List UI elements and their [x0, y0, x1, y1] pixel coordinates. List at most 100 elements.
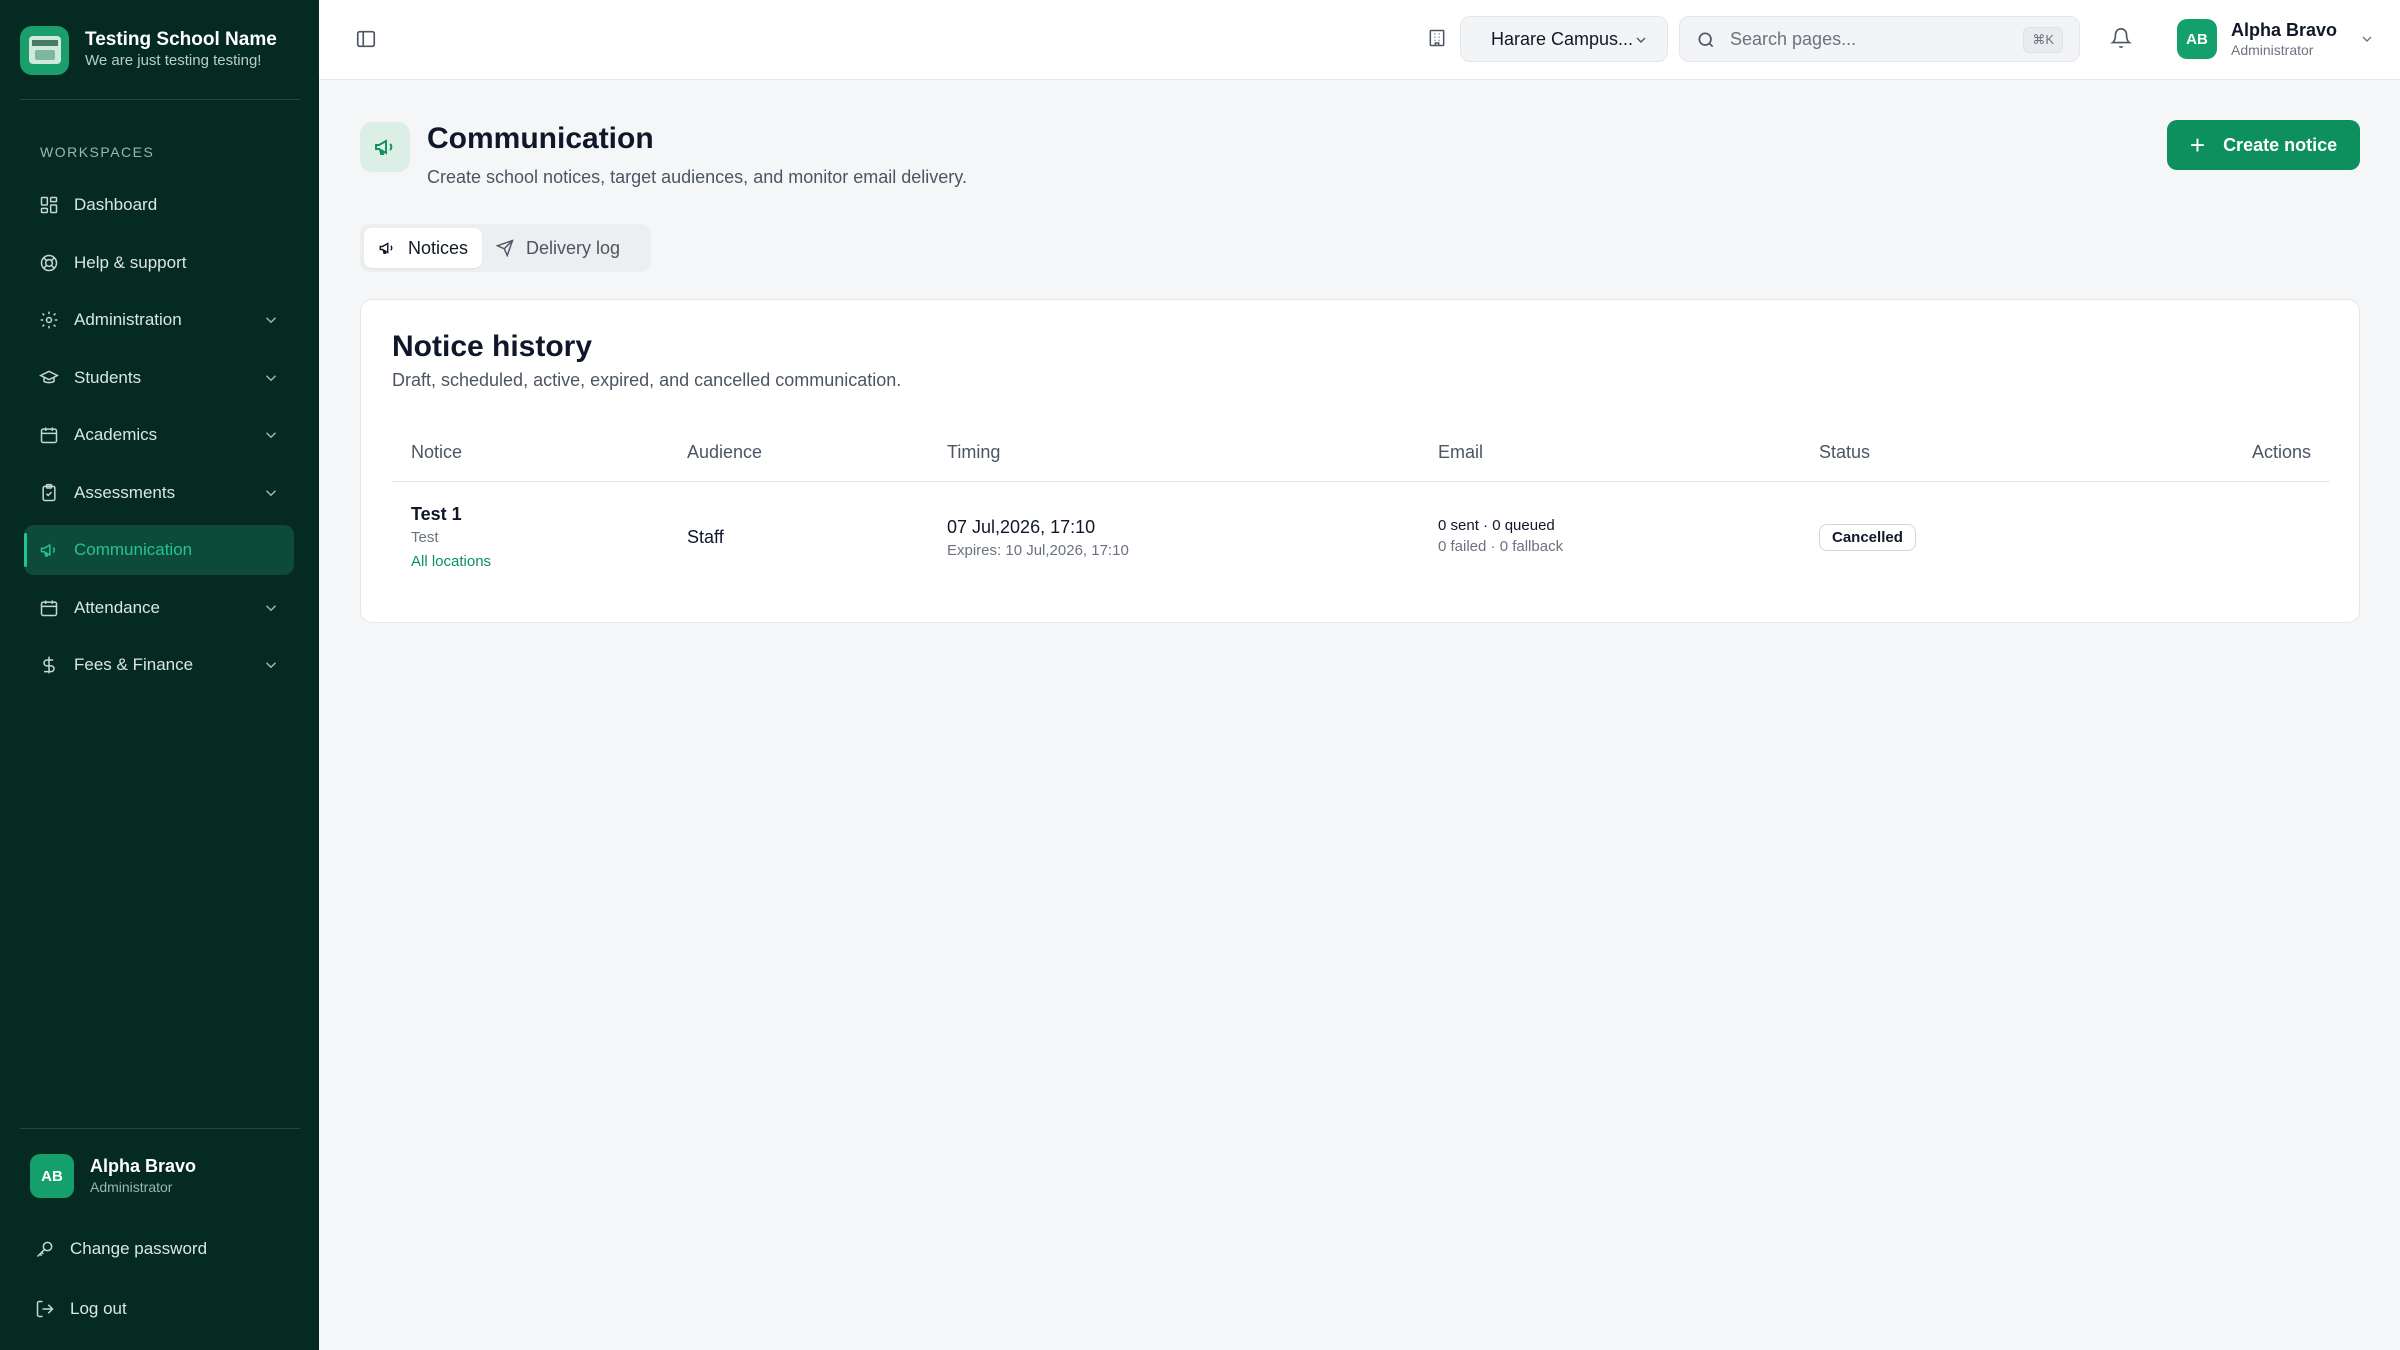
notice-location-link[interactable]: All locations: [411, 553, 491, 570]
notice-history-card: Notice history Draft, scheduled, active,…: [360, 299, 2360, 623]
sidebar-item-dashboard[interactable]: Dashboard: [24, 180, 294, 230]
user-role: Administrator: [90, 1179, 173, 1195]
sidebar-item-communication[interactable]: Communication: [24, 525, 294, 575]
page-title: Communication: [427, 122, 654, 155]
divider: [20, 99, 300, 100]
megaphone-icon: [378, 238, 398, 258]
graduation-cap-icon: [38, 367, 60, 389]
sidebar-toggle-button[interactable]: [355, 28, 379, 52]
key-icon: [34, 1238, 56, 1260]
bell-icon: [2110, 28, 2132, 49]
calendar-icon: [38, 424, 60, 446]
notice-description: Test: [411, 529, 439, 546]
search-shortcut: ⌘K: [2023, 27, 2063, 53]
create-notice-label: Create notice: [2223, 134, 2338, 155]
sidebar: Testing School Name We are just testing …: [0, 0, 319, 1350]
search-box[interactable]: ⌘K: [1679, 16, 2080, 62]
chevron-down-icon: [262, 369, 280, 387]
email-cell: 0 sent · 0 queued 0 failed · 0 fallback: [1438, 517, 1563, 555]
chevron-down-icon: [262, 311, 280, 329]
lifebuoy-icon: [38, 252, 60, 274]
email-sent-queued: 0 sent · 0 queued: [1438, 517, 1555, 534]
clipboard-check-icon: [38, 482, 60, 504]
tabs: Notices Delivery log: [360, 224, 651, 272]
page-subtitle: Create school notices, target audiences,…: [427, 167, 967, 187]
card-title: Notice history: [392, 330, 593, 363]
brand[interactable]: Testing School Name We are just testing …: [20, 24, 300, 76]
column-header-email: Email: [1438, 442, 1484, 462]
change-password-link[interactable]: Change password: [34, 1238, 207, 1260]
search-icon: [1696, 30, 1716, 50]
sidebar-item-label: Assessments: [74, 482, 176, 502]
status-badge: Cancelled: [1819, 524, 1916, 551]
sidebar-item-fees-finance[interactable]: Fees & Finance: [24, 640, 294, 690]
timing-cell: 07 Jul,2026, 17:10 Expires: 10 Jul,2026,…: [947, 517, 1129, 559]
tab-label: Notices: [408, 237, 469, 258]
sidebar-item-administration[interactable]: Administration: [24, 295, 294, 345]
megaphone-icon: [360, 122, 410, 172]
timing-start: 07 Jul,2026, 17:10: [947, 517, 1096, 537]
card-subtitle: Draft, scheduled, active, expired, and c…: [392, 370, 902, 390]
calendar-icon: [38, 597, 60, 619]
sidebar-item-help-support[interactable]: Help & support: [24, 238, 294, 288]
sidebar-item-label: Administration: [74, 310, 182, 329]
sidebar-item-assessments[interactable]: Assessments: [24, 468, 294, 518]
user-menu[interactable]: AB Alpha Bravo Administrator: [2177, 19, 2375, 59]
tab-delivery-log[interactable]: Delivery log: [482, 228, 634, 268]
topbar: Harare Campus... ⌘K AB Alpha Bravo Admin…: [319, 0, 2400, 80]
table-header-divider: [392, 481, 2330, 482]
sidebar-item-academics[interactable]: Academics: [24, 410, 294, 460]
column-header-status: Status: [1819, 442, 1871, 462]
dollar-icon: [38, 654, 60, 676]
column-header-timing: Timing: [947, 442, 1001, 462]
audience-cell: Staff: [687, 527, 724, 547]
dashboard-icon: [38, 194, 60, 216]
logout-icon: [34, 1298, 56, 1320]
sidebar-nav: Dashboard Help & support Administration …: [24, 180, 294, 698]
send-icon: [496, 238, 516, 258]
sidebar-item-label: Help & support: [74, 252, 187, 272]
status-cell: Cancelled: [1819, 524, 1916, 551]
divider: [20, 1128, 300, 1129]
panel-left-icon: [356, 30, 376, 48]
building-icon: [1427, 28, 1449, 50]
avatar: AB: [30, 1154, 74, 1198]
workspaces-label: WORKSPACES: [40, 144, 155, 160]
sidebar-item-label: Academics: [74, 425, 158, 444]
chevron-down-icon: [1633, 32, 1649, 48]
change-password-label: Change password: [70, 1239, 208, 1258]
plus-icon: +: [2189, 130, 2206, 160]
school-tagline: We are just testing testing!: [85, 52, 262, 69]
column-header-actions: Actions: [2251, 442, 2311, 462]
campus-value: Harare Campus...: [1491, 28, 1634, 49]
user-name: Alpha Bravo: [2231, 20, 2338, 40]
campus-select[interactable]: Harare Campus...: [1460, 16, 1668, 62]
chevron-down-icon: [262, 599, 280, 617]
chevron-down-icon: [262, 656, 280, 674]
sidebar-item-label: Attendance: [74, 597, 161, 617]
notifications-button[interactable]: [2110, 27, 2134, 51]
sidebar-item-attendance[interactable]: Attendance: [24, 583, 294, 633]
column-header-notice: Notice: [411, 442, 463, 462]
timing-expires: Expires: 10 Jul,2026, 17:10: [947, 542, 1129, 559]
gear-icon: [38, 309, 60, 331]
notice-title: Test 1: [411, 504, 462, 524]
chevron-down-icon: [262, 484, 280, 502]
chevron-down-icon: [262, 426, 280, 444]
logout-link[interactable]: Log out: [34, 1298, 127, 1320]
sidebar-item-students[interactable]: Students: [24, 353, 294, 403]
create-notice-button[interactable]: + Create notice: [2167, 120, 2360, 170]
search-input[interactable]: [1730, 28, 2020, 50]
avatar: AB: [2177, 19, 2217, 59]
megaphone-icon: [38, 539, 60, 561]
sidebar-user[interactable]: AB Alpha Bravo Administrator: [30, 1154, 196, 1198]
sidebar-item-label: Communication: [74, 540, 193, 559]
school-logo: [20, 25, 69, 75]
notice-cell: Test 1 Test All locations: [411, 504, 491, 570]
user-role: Administrator: [2231, 42, 2314, 58]
logout-label: Log out: [70, 1299, 127, 1318]
column-header-audience: Audience: [687, 442, 763, 462]
tab-notices[interactable]: Notices: [364, 228, 483, 268]
sidebar-item-label: Fees & Finance: [74, 655, 194, 674]
user-name: Alpha Bravo: [90, 1156, 197, 1176]
